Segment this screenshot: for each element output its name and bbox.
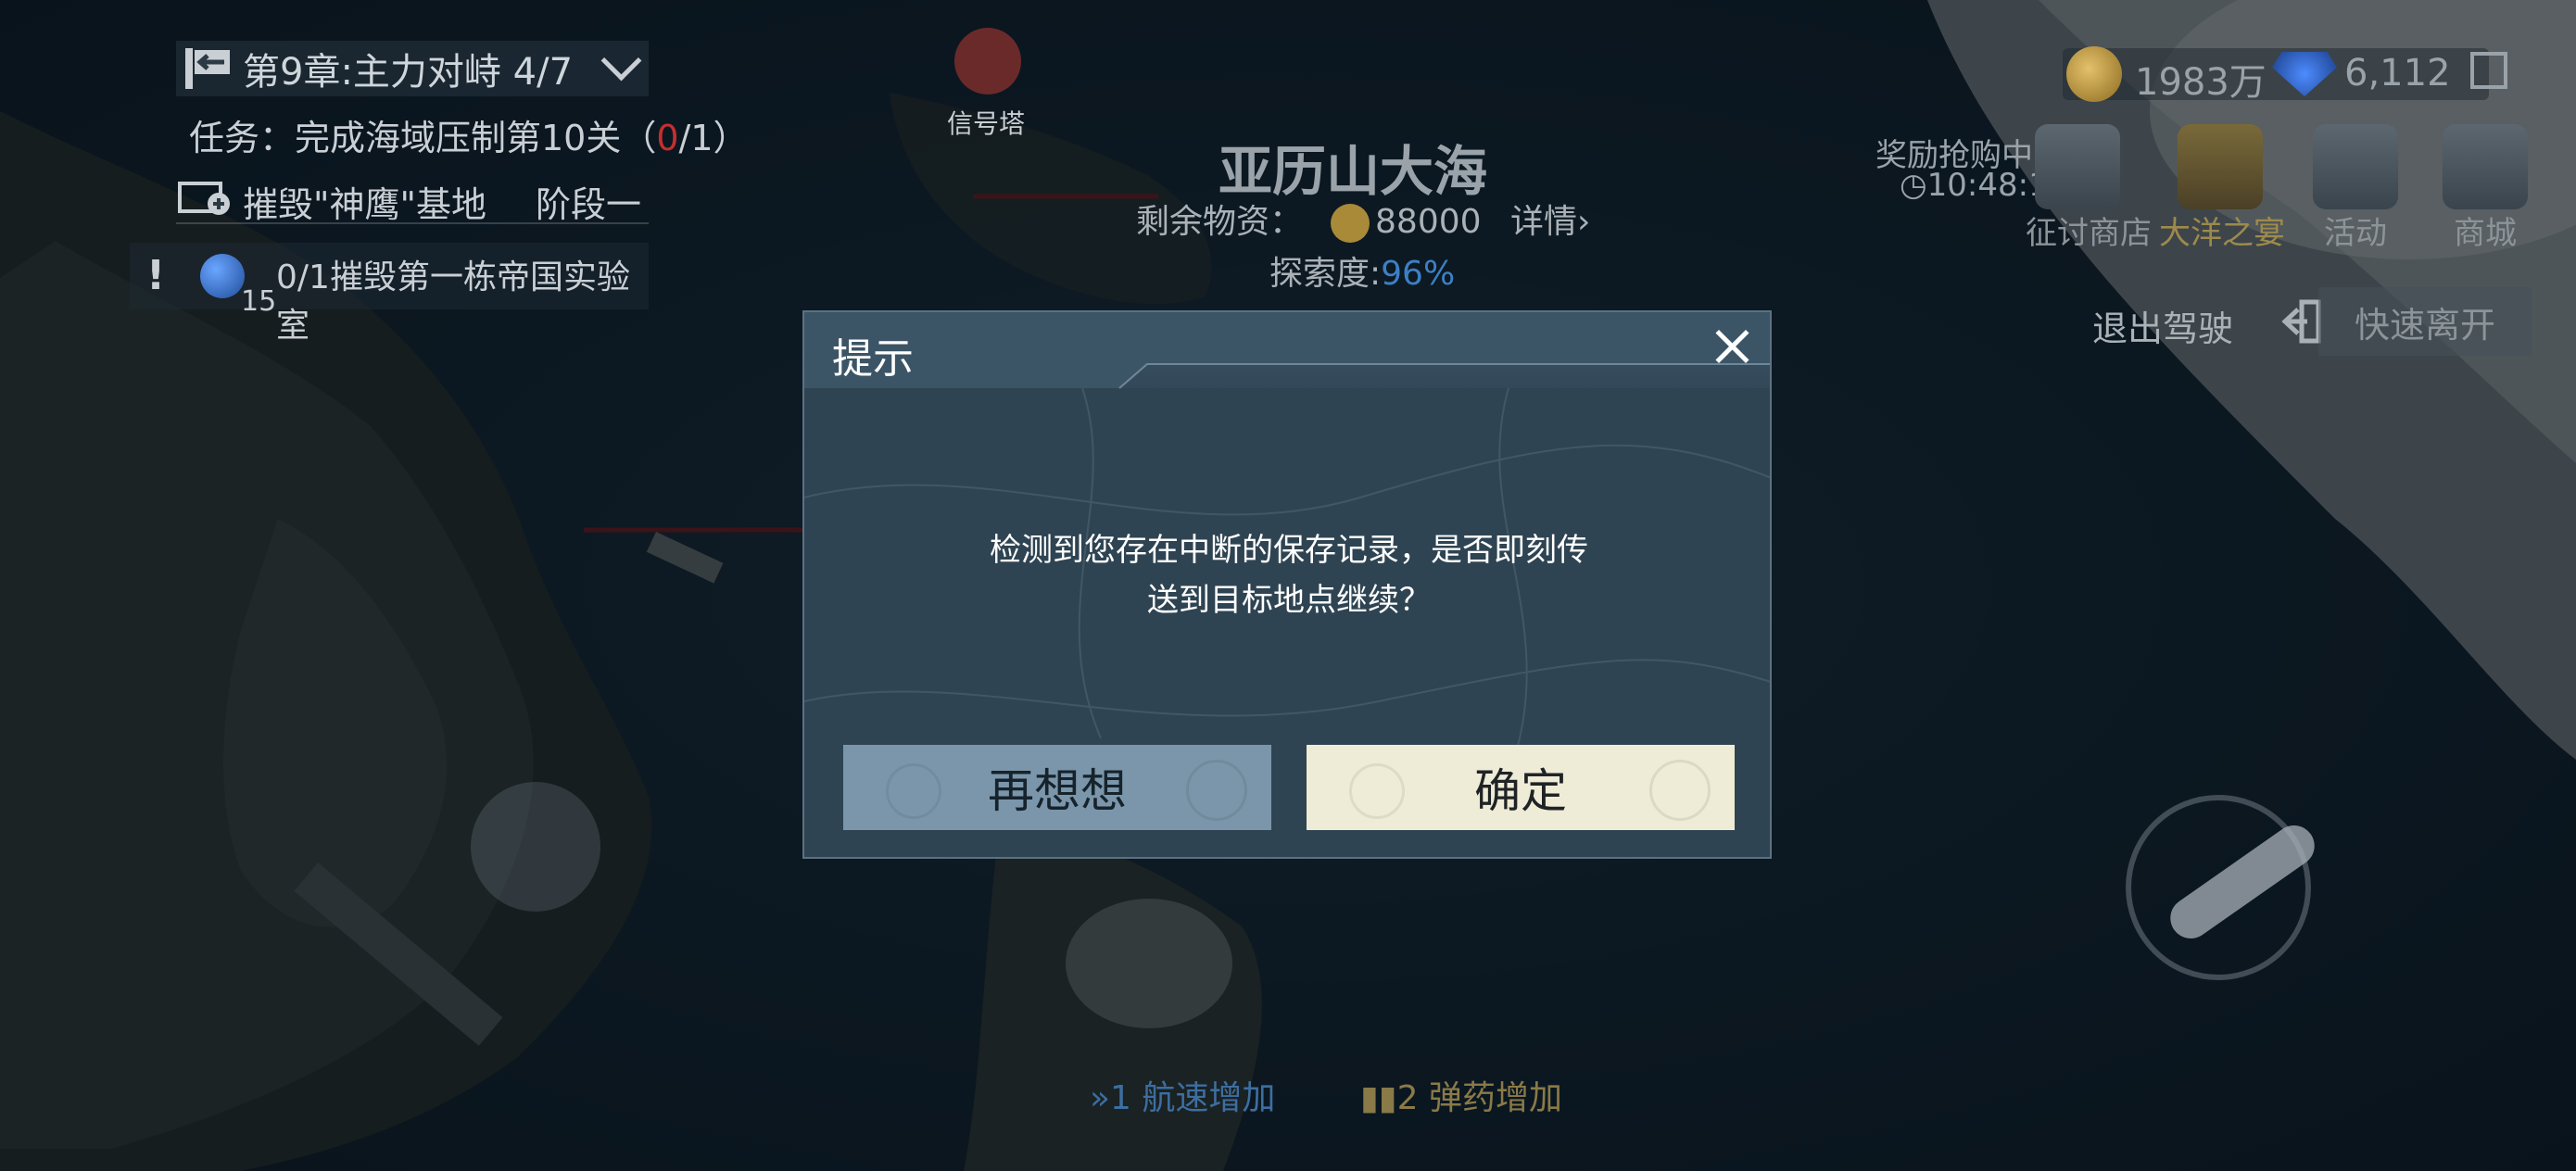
clock-icon: ◷ [1900, 167, 1927, 204]
radar-tower-icon[interactable] [954, 28, 1021, 94]
task-suffix: /1） [678, 118, 749, 158]
shop-label-carnival[interactable]: 大洋之宴 [2159, 208, 2285, 253]
resources-detail-link[interactable]: 详情 [1510, 203, 1577, 241]
chevron-right-icon: › [1577, 203, 1591, 241]
ammo-buff-label: 2 弹药增加 [1396, 1079, 1562, 1117]
objective-count: 15 [241, 285, 277, 318]
stage-row[interactable]: 摧毁"神鹰"基地 阶段一 [176, 172, 649, 225]
chevron-down-icon[interactable] [600, 40, 642, 82]
confirm-label: 确定 [1474, 764, 1567, 818]
sapphire-icon [200, 254, 245, 298]
shop-label-activity[interactable]: 活动 [2324, 208, 2387, 253]
prompt-dialog: 提示 检测到您存在中断的保存记录，是否即刻传 送到目标地点继续？ 再想想 确定 [802, 310, 1772, 859]
shell-icon [1186, 760, 1247, 821]
movement-joystick[interactable] [471, 782, 600, 912]
task-text: 任务：完成海域压制第10关（0/1） [189, 109, 749, 160]
task-progress: 0 [656, 118, 679, 158]
activity-icon[interactable] [2313, 124, 2398, 209]
crosshair-icon [1349, 763, 1405, 819]
shell-icon [1649, 760, 1711, 821]
shop-label-crusade[interactable]: 征讨商店 [2026, 208, 2152, 253]
stage-phase: 阶段一 [535, 184, 641, 225]
signal-tower-label: 信号塔 [947, 108, 1026, 139]
explore-label: 探索度: [1269, 255, 1382, 293]
flag-icon [185, 48, 230, 89]
coin-icon [1331, 204, 1370, 243]
cancel-button[interactable]: 再想想 [843, 745, 1271, 830]
crosshair-icon [886, 763, 941, 819]
header-tab-shape [804, 312, 1770, 389]
gold-value: 1983万 [2135, 61, 2267, 104]
explore-value: 96% [1381, 255, 1456, 293]
chapter-selector[interactable]: 第9章:主力对峙 4/7 [176, 40, 649, 96]
speed-buff: »1 航速增加 [1090, 1071, 1275, 1119]
ammo-buff: ▮▮2 弹药增加 [1360, 1071, 1562, 1119]
chapter-label: 第9章:主力对峙 4/7 [243, 51, 574, 94]
message-line-2: 送到目标地点继续？ [1147, 582, 1431, 619]
objective-text: 0/1摧毁第一栋帝国实验室 [276, 258, 630, 345]
ammo-icon: ▮▮ [1360, 1079, 1397, 1117]
cancel-label: 再想想 [988, 764, 1127, 818]
alert-icon: ! [146, 252, 166, 299]
carnival-icon[interactable] [2178, 124, 2263, 209]
mall-icon[interactable] [2443, 124, 2528, 209]
resources-label: 剩余物资： [1136, 203, 1304, 241]
resources-row: 剩余物资： 88000 详情› [1136, 195, 1590, 243]
dialog-message: 检测到您存在中断的保存记录，是否即刻传 送到目标地点继续？ [878, 525, 1699, 625]
message-line-1: 检测到您存在中断的保存记录，是否即刻传 [990, 532, 1588, 569]
diamond-value: 6,112 [2344, 52, 2451, 94]
speed-chevron-icon: » [1090, 1079, 1111, 1117]
resources-value: 88000 [1375, 203, 1482, 241]
crusade-shop-icon[interactable] [2035, 124, 2120, 209]
dialog-title: 提示 [832, 335, 914, 383]
gold-coin-icon [2066, 46, 2122, 102]
stage-label: 摧毁"神鹰"基地 [243, 184, 486, 225]
confirm-button[interactable]: 确定 [1307, 745, 1735, 830]
speed-buff-label: 1 航速增加 [1110, 1079, 1276, 1117]
close-icon[interactable] [1707, 321, 1757, 371]
quick-leave-button[interactable]: 快速离开 [2318, 287, 2532, 356]
shop-label-mall[interactable]: 商城 [2454, 208, 2517, 253]
task-prefix: 任务：完成海域压制第10关（ [189, 118, 657, 158]
explore-row: 探索度:96% [1269, 246, 1455, 295]
objective-row[interactable]: ! 15 0/1摧毁第一栋帝国实验室 [130, 243, 649, 345]
exit-icon[interactable] [2276, 298, 2322, 345]
package-icon[interactable] [2470, 52, 2507, 89]
exit-drive-button[interactable]: 退出驾驶 [2092, 300, 2233, 351]
base-target-icon [178, 182, 230, 215]
